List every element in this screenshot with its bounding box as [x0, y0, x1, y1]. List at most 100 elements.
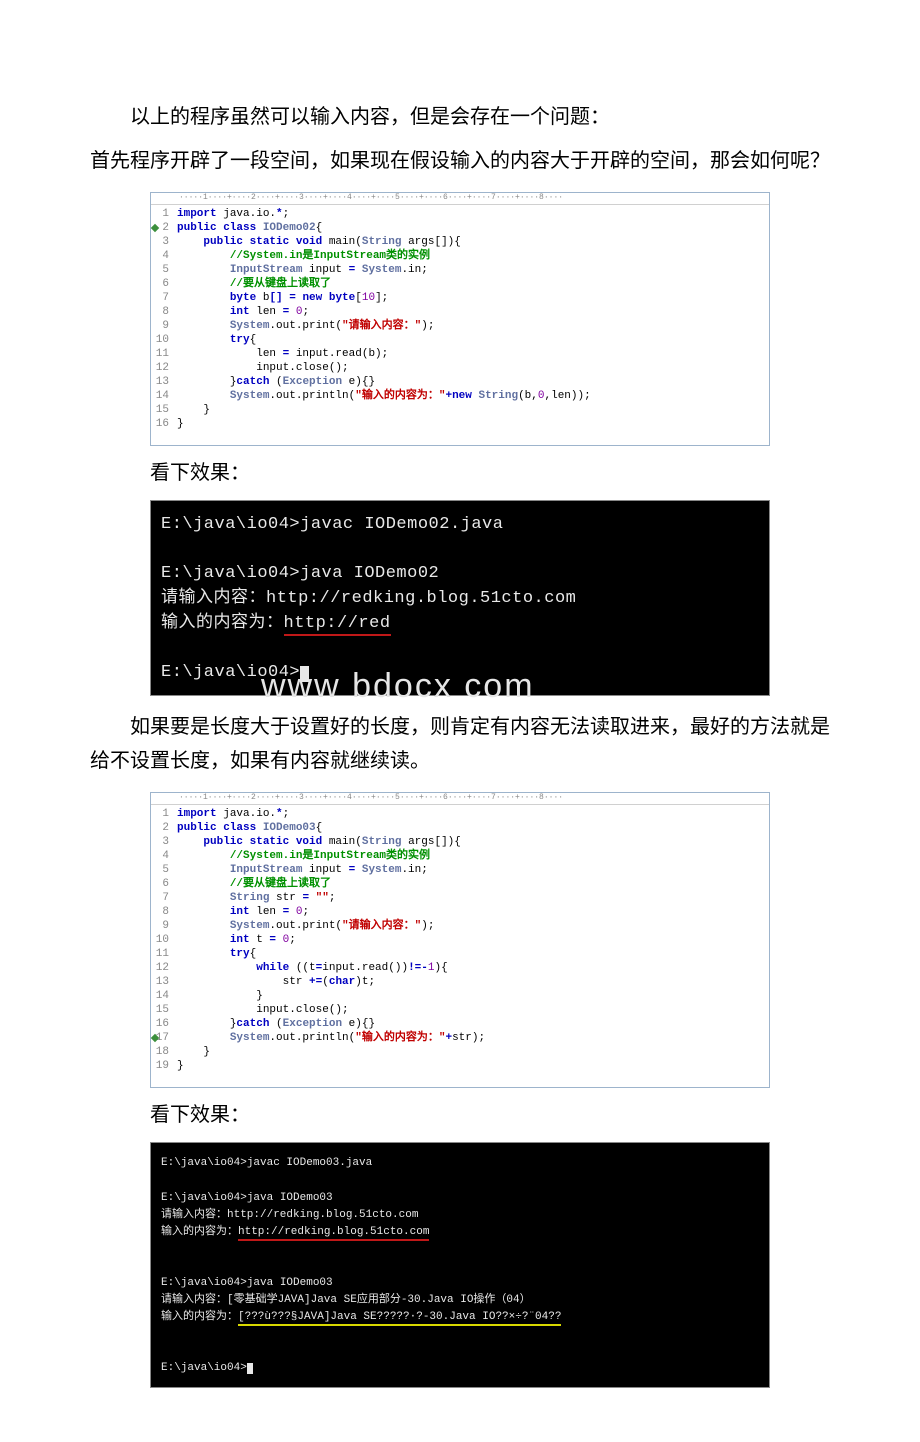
terminal-line: 请输入内容：http://redking.blog.51cto.com [161, 587, 759, 612]
code-line: 4 //System.in是InputStream类的实例 [151, 849, 769, 863]
code-line: 15 input.close(); [151, 1003, 769, 1017]
code-content: public class IODemo02{ [177, 221, 769, 235]
terminal-1: www bdocx com E:\java\io04>javac IODemo0… [150, 500, 770, 696]
code-line: 13 }catch (Exception e){} [151, 375, 769, 389]
code-line: 5 InputStream input = System.in; [151, 863, 769, 877]
line-number: 10 [151, 933, 177, 947]
terminal-line: 输入的内容为：http://redking.blog.51cto.com [161, 1224, 759, 1241]
code-line: 15 } [151, 403, 769, 417]
code-line: 17 System.out.println("输入的内容为："+str); [151, 1031, 769, 1045]
code-content: public static void main(String args[]){ [177, 835, 769, 849]
terminal-line: E:\java\io04>java IODemo02 [161, 562, 759, 587]
terminal-line [161, 538, 759, 563]
code-content: System.out.println("输入的内容为："+new String(… [177, 389, 769, 403]
code-content: public static void main(String args[]){ [177, 235, 769, 249]
line-number: 3 [151, 835, 177, 849]
line-number: 5 [151, 863, 177, 877]
terminal-line [161, 636, 759, 661]
code-content: System.out.println("输入的内容为："+str); [177, 1031, 769, 1045]
terminal-2: E:\java\io04>javac IODemo03.java E:\java… [150, 1142, 770, 1388]
code-content: }catch (Exception e){} [177, 1017, 769, 1031]
line-number: 18 [151, 1045, 177, 1059]
line-number: 16 [151, 417, 177, 431]
line-number: 12 [151, 961, 177, 975]
code-line: 10 try{ [151, 333, 769, 347]
terminal-line: 输入的内容为：[???ù???§JAVA]Java SE?????·?-30.J… [161, 1309, 759, 1326]
label-see-result-1: 看下效果： [150, 456, 830, 490]
line-number: 11 [151, 947, 177, 961]
code-line: 8 int len = 0; [151, 905, 769, 919]
code-content: import java.io.*; [177, 207, 769, 221]
code-line: 10 int t = 0; [151, 933, 769, 947]
code-line: 8 int len = 0; [151, 305, 769, 319]
line-number: 6 [151, 877, 177, 891]
paragraph-1: 以上的程序虽然可以输入内容，但是会存在一个问题： [90, 100, 830, 134]
code-content: } [177, 1059, 769, 1073]
terminal-line [161, 1173, 759, 1190]
line-number: 4 [151, 249, 177, 263]
line-number: 3 [151, 235, 177, 249]
code-content: //要从键盘上读取了 [177, 277, 769, 291]
code-content: //System.in是InputStream类的实例 [177, 849, 769, 863]
code-content: public class IODemo03{ [177, 821, 769, 835]
code-content: String str = ""; [177, 891, 769, 905]
line-number: 15 [151, 1003, 177, 1017]
cursor-icon [247, 1363, 253, 1374]
paragraph-2: 首先程序开辟了一段空间，如果现在假设输入的内容大于开辟的空间，那会如何呢？ [90, 144, 830, 178]
terminal-line: 请输入内容：[零基础学JAVA]Java SE应用部分-30.Java IO操作… [161, 1292, 759, 1309]
line-number: 1 [151, 807, 177, 821]
code-line: 5 InputStream input = System.in; [151, 263, 769, 277]
code-content: input.close(); [177, 361, 769, 375]
code-line: 1import java.io.*; [151, 807, 769, 821]
code-line: 7 byte b[] = new byte[10]; [151, 291, 769, 305]
code-line: 6 //要从键盘上读取了 [151, 877, 769, 891]
terminal-line: 请输入内容：http://redking.blog.51cto.com [161, 1207, 759, 1224]
code-line: 4 //System.in是InputStream类的实例 [151, 249, 769, 263]
code-content: } [177, 1045, 769, 1059]
code-line: 16 }catch (Exception e){} [151, 1017, 769, 1031]
code-content: while ((t=input.read())!=-1){ [177, 961, 769, 975]
code-content: len = input.read(b); [177, 347, 769, 361]
line-number: 14 [151, 389, 177, 403]
code-content: try{ [177, 333, 769, 347]
terminal-line: E:\java\io04> [161, 661, 759, 686]
code-line: 6 //要从键盘上读取了 [151, 277, 769, 291]
code-content: import java.io.*; [177, 807, 769, 821]
code-content: System.out.print("请输入内容："); [177, 319, 769, 333]
line-number: 8 [151, 905, 177, 919]
line-number: 9 [151, 919, 177, 933]
code-line: 14 } [151, 989, 769, 1003]
code-content: InputStream input = System.in; [177, 263, 769, 277]
terminal-line: E:\java\io04>java IODemo03 [161, 1275, 759, 1292]
code-line: 14 System.out.println("输入的内容为："+new Stri… [151, 389, 769, 403]
code-body-1: 1import java.io.*;2public class IODemo02… [151, 205, 769, 445]
line-number: 1 [151, 207, 177, 221]
code-content: try{ [177, 947, 769, 961]
terminal-line [161, 1326, 759, 1343]
line-number: 9 [151, 319, 177, 333]
code-line: 13 str +=(char)t; [151, 975, 769, 989]
code-line: 3 public static void main(String args[])… [151, 235, 769, 249]
terminal-line [161, 1258, 759, 1275]
code-content: InputStream input = System.in; [177, 863, 769, 877]
line-number: 8 [151, 305, 177, 319]
line-number: 12 [151, 361, 177, 375]
terminal-line: E:\java\io04>java IODemo03 [161, 1190, 759, 1207]
code-content: System.out.print("请输入内容："); [177, 919, 769, 933]
code-content: byte b[] = new byte[10]; [177, 291, 769, 305]
terminal-line [161, 1241, 759, 1258]
line-number: 16 [151, 1017, 177, 1031]
code-line: 7 String str = ""; [151, 891, 769, 905]
code-line: 12 while ((t=input.read())!=-1){ [151, 961, 769, 975]
terminal-line: E:\java\io04> [161, 1360, 759, 1377]
line-number: 7 [151, 291, 177, 305]
code-body-2: 1import java.io.*;2public class IODemo03… [151, 805, 769, 1087]
code-content: } [177, 403, 769, 417]
code-line: 16} [151, 417, 769, 431]
code-content: int len = 0; [177, 905, 769, 919]
terminal-line [161, 1343, 759, 1360]
code-block-1: ·····1····+····2····+····3····+····4····… [150, 192, 770, 446]
code-content: str +=(char)t; [177, 975, 769, 989]
code-block-2: ·····1····+····2····+····3····+····4····… [150, 792, 770, 1088]
code-line: 11 try{ [151, 947, 769, 961]
